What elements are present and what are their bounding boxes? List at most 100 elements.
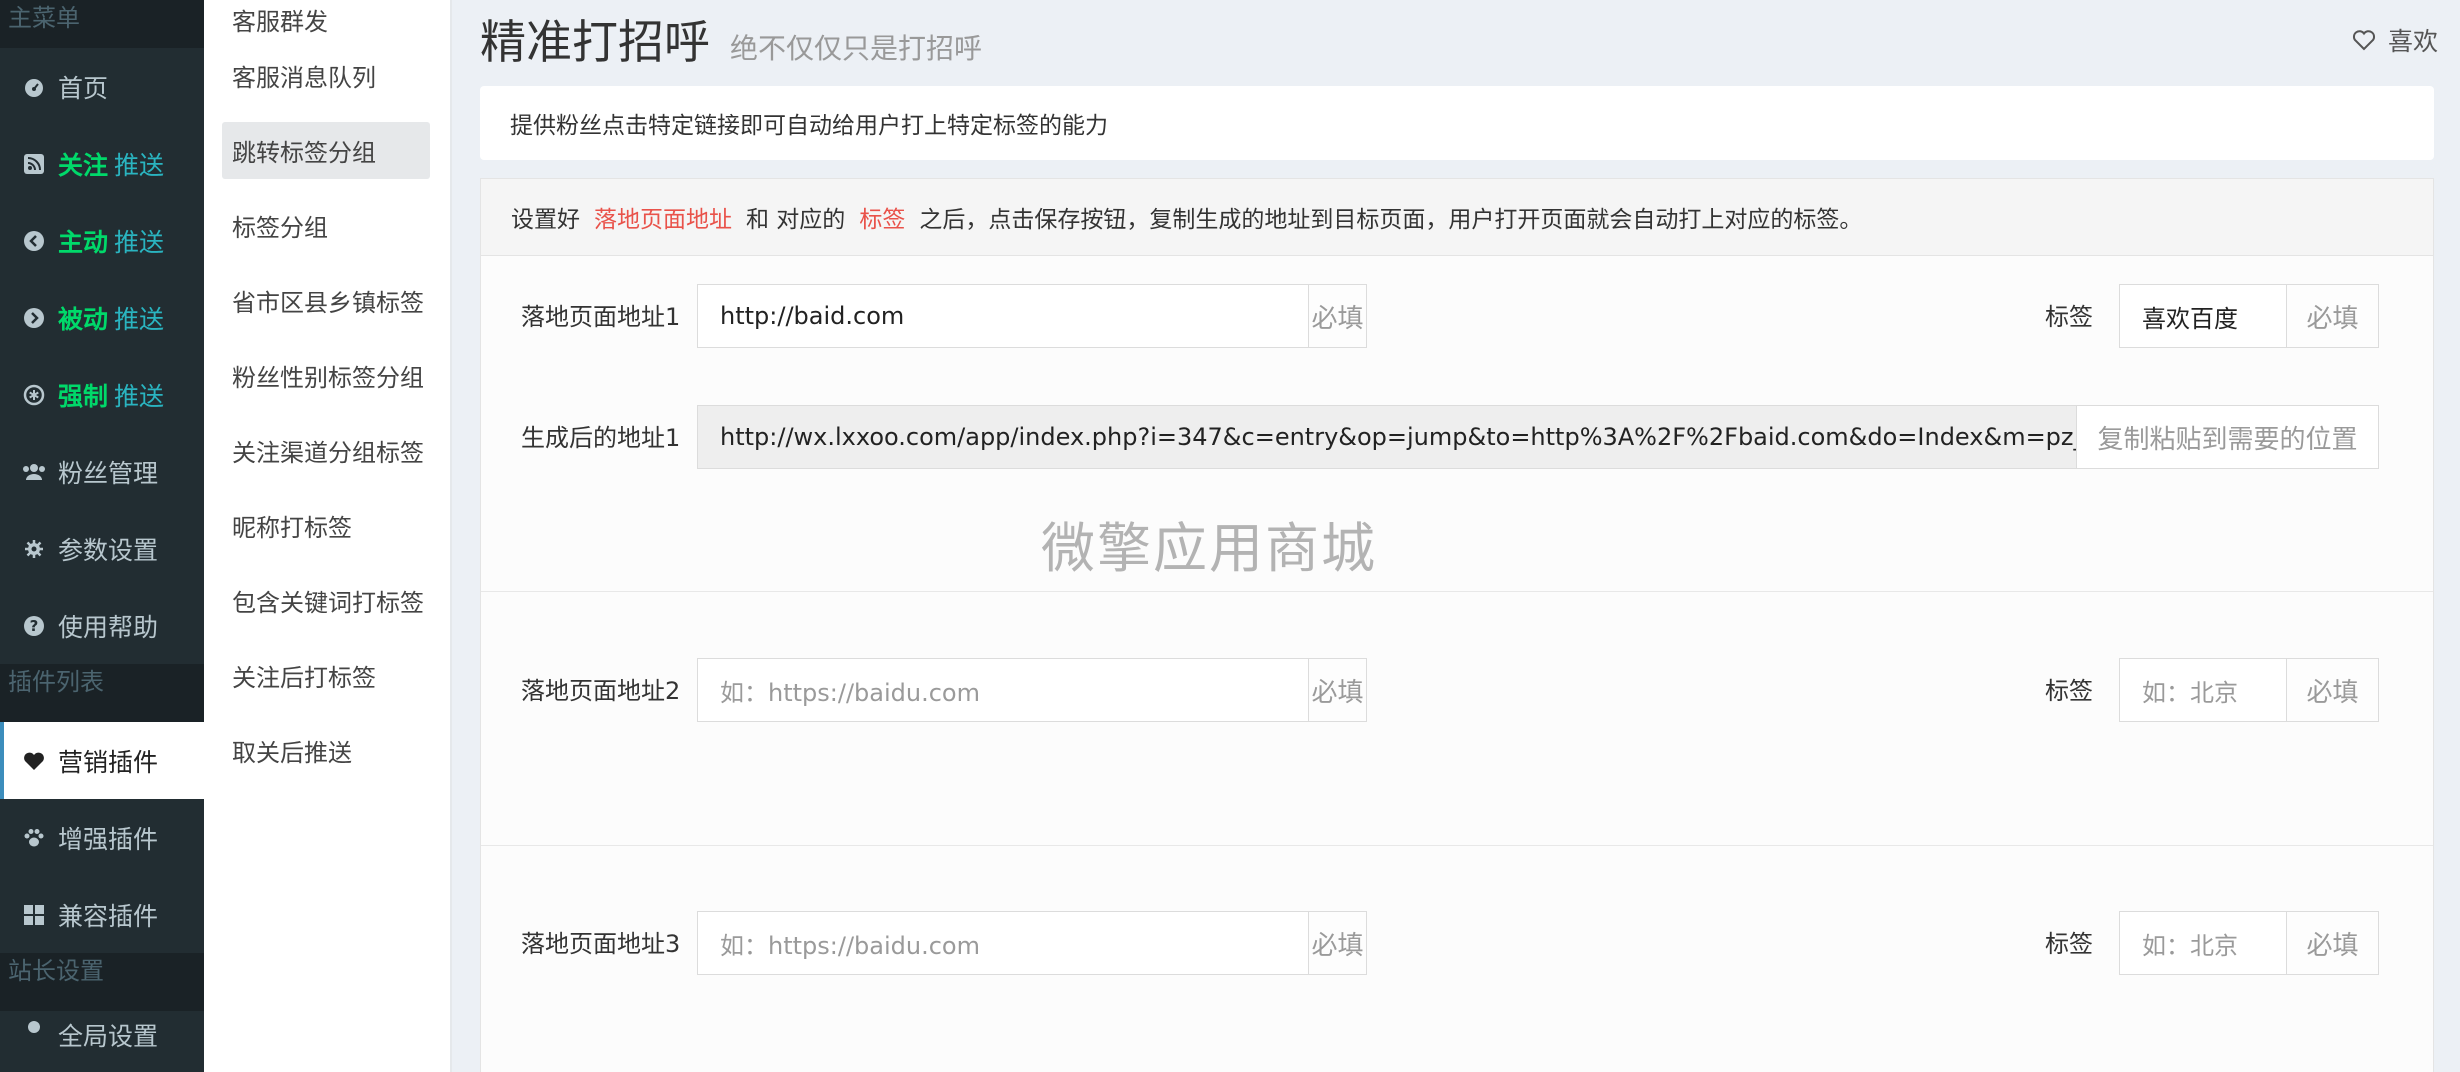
heart-icon: [22, 749, 46, 773]
paw-icon: [22, 826, 46, 850]
submenu-item[interactable]: 客服消息队列: [204, 38, 450, 113]
sidebar-item-teal-label: 推送: [114, 227, 165, 257]
grid-icon: [22, 903, 46, 927]
asterisk-circle-icon: [22, 383, 46, 407]
sidebar-item-help[interactable]: ? 使用帮助: [0, 587, 204, 664]
tag-2-placeholder: 如：北京: [2142, 678, 2238, 707]
sidebar-section-plugins: 插件列表: [0, 664, 204, 722]
rss-icon: [22, 152, 46, 176]
gear-icon: [22, 1015, 46, 1039]
submenu-item[interactable]: 关注渠道分组标签: [204, 413, 450, 488]
panel-head-suffix: 之后，点击保存按钮，复制生成的地址到目标页面，用户打开页面就会自动打上对应的标签…: [919, 207, 1863, 233]
sidebar-item-green-label: 强制: [58, 381, 109, 411]
watermark: 微擎应用商城: [1041, 517, 1377, 580]
submenu-item[interactable]: 取关后推送: [204, 713, 450, 788]
sidebar-item-green-label: 关注: [58, 150, 109, 180]
landing-url-1-input[interactable]: http://baid.com 必填: [697, 284, 1367, 348]
dashboard-icon: [22, 75, 46, 99]
like-label: 喜欢: [2387, 27, 2438, 56]
sidebar-section-main: 主菜单: [0, 0, 204, 48]
page-title: 精准打招呼: [480, 15, 710, 69]
question-circle-icon: ?: [22, 614, 46, 638]
submenu-item[interactable]: 标签分组: [204, 188, 450, 263]
tag-1-label: 标签: [2045, 303, 2093, 331]
submenu-item[interactable]: 昵称打标签: [204, 488, 450, 563]
landing-url-1-required-addon: 必填: [1308, 285, 1366, 347]
sidebar-item-fans[interactable]: 粉丝管理: [0, 433, 204, 510]
sidebar-item-force-push[interactable]: 强制 推送: [0, 356, 204, 433]
tag-1-input[interactable]: 喜欢百度 必填: [2119, 284, 2379, 348]
tag-2-required-addon: 必填: [2286, 659, 2378, 721]
info-box: 提供粉丝点击特定链接即可自动给用户打上特定标签的能力: [480, 86, 2434, 160]
sidebar-item-teal-label: 推送: [114, 150, 165, 180]
submenu-item[interactable]: 包含关键词打标签: [204, 563, 450, 638]
tag-3-input[interactable]: 如：北京 必填: [2119, 911, 2379, 975]
submenu-item[interactable]: 粉丝性别标签分组: [204, 338, 450, 413]
main-sidebar: 主菜单 首页 关注 推送 主动 推送 被动 推送 强制 推送 粉丝管理 参数设置…: [0, 0, 204, 1072]
tag-1-required-addon: 必填: [2286, 285, 2378, 347]
title-row: 精准打招呼 绝不仅仅只是打招呼: [480, 6, 982, 72]
sidebar-section-admin: 站长设置: [0, 953, 204, 1011]
page-subtitle: 绝不仅仅只是打招呼: [730, 32, 983, 65]
sidebar-item-marketing-plugins[interactable]: 营销插件: [0, 722, 204, 799]
generated-url-1-input[interactable]: http://wx.lxxoo.com/app/index.php?i=347&…: [697, 405, 2379, 469]
row-divider: [481, 845, 2433, 846]
panel-head-highlight-url: 落地页面地址: [594, 207, 732, 233]
panel-head-highlight-tag: 标签: [859, 207, 906, 233]
sidebar-item-label: 首页: [58, 73, 109, 103]
sidebar-item-global-settings[interactable]: 全局设置: [0, 1011, 204, 1051]
sidebar-item-passive-push[interactable]: 被动 推送: [0, 279, 204, 356]
arrow-circle-right-icon: [22, 306, 46, 330]
submenu-item[interactable]: 客服群发: [204, 0, 450, 38]
tag-2-input[interactable]: 如：北京 必填: [2119, 658, 2379, 722]
like-button[interactable]: 喜欢: [2352, 22, 2438, 58]
sidebar-item-label: 粉丝管理: [58, 458, 159, 488]
info-text: 提供粉丝点击特定链接即可自动给用户打上特定标签的能力: [510, 113, 1108, 139]
submenu-item-active[interactable]: 跳转标签分组: [222, 122, 430, 179]
sidebar-item-enhance-plugins[interactable]: 增强插件: [0, 799, 204, 876]
sidebar-item-settings[interactable]: 参数设置: [0, 510, 204, 587]
sidebar-item-label: 增强插件: [58, 824, 159, 854]
landing-url-2-input[interactable]: 如：https://baidu.com 必填: [697, 658, 1367, 722]
sidebar-item-follow-push[interactable]: 关注 推送: [0, 125, 204, 202]
sidebar-item-compat-plugins[interactable]: 兼容插件: [0, 876, 204, 953]
generated-url-1-label: 生成后的地址1: [521, 424, 681, 452]
secondary-menu: 客服群发 客服消息队列 跳转标签分组 标签分组 省市区县乡镇标签 粉丝性别标签分…: [204, 0, 452, 1072]
generated-url-1-value: http://wx.lxxoo.com/app/index.php?i=347&…: [720, 423, 2076, 451]
landing-url-3-input[interactable]: 如：https://baidu.com 必填: [697, 911, 1367, 975]
landing-url-3-required-addon: 必填: [1308, 912, 1366, 974]
tag-2-label: 标签: [2045, 677, 2093, 705]
sidebar-item-label: 全局设置: [58, 1022, 159, 1051]
sidebar-item-teal-label: 推送: [114, 304, 165, 334]
row-divider: [481, 591, 2433, 592]
tag-3-required-addon: 必填: [2286, 912, 2378, 974]
svg-text:?: ?: [30, 617, 39, 635]
arrow-circle-left-icon: [22, 229, 46, 253]
users-icon: [22, 460, 46, 484]
tag-3-placeholder: 如：北京: [2142, 931, 2238, 960]
submenu-item[interactable]: 关注后打标签: [204, 638, 450, 713]
tag-3-label: 标签: [2045, 930, 2093, 958]
landing-url-1-value: http://baid.com: [720, 302, 905, 330]
submenu-item[interactable]: 省市区县乡镇标签: [204, 263, 450, 338]
sidebar-item-home[interactable]: 首页: [0, 48, 204, 125]
sidebar-item-label: 兼容插件: [58, 901, 159, 931]
sidebar-item-green-label: 主动: [58, 227, 109, 257]
sidebar-item-teal-label: 推送: [114, 381, 165, 411]
gear-icon: [22, 537, 46, 561]
heart-outline-icon: [2352, 30, 2376, 51]
landing-url-1-label: 落地页面地址1: [521, 303, 681, 331]
panel-head-prefix: 设置好: [511, 207, 580, 233]
settings-panel: 设置好 落地页面地址和 对应的 标签 之后，点击保存按钮，复制生成的地址到目标页面，用…: [480, 178, 2434, 1072]
sidebar-item-green-label: 被动: [58, 304, 109, 334]
landing-url-2-label: 落地页面地址2: [521, 677, 681, 705]
main-content: 精准打招呼 绝不仅仅只是打招呼 喜欢 提供粉丝点击特定链接即可自动给用户打上特定…: [452, 0, 2460, 1072]
landing-url-3-placeholder: 如：https://baidu.com: [720, 931, 980, 960]
sidebar-item-active-push[interactable]: 主动 推送: [0, 202, 204, 279]
panel-heading: 设置好 落地页面地址和 对应的 标签 之后，点击保存按钮，复制生成的地址到目标页面，用…: [481, 179, 2433, 256]
landing-url-3-label: 落地页面地址3: [521, 930, 681, 958]
panel-head-mid: 和 对应的: [746, 207, 846, 233]
landing-url-2-required-addon: 必填: [1308, 659, 1366, 721]
tag-1-value: 喜欢百度: [2142, 304, 2238, 333]
landing-url-2-placeholder: 如：https://baidu.com: [720, 678, 980, 707]
